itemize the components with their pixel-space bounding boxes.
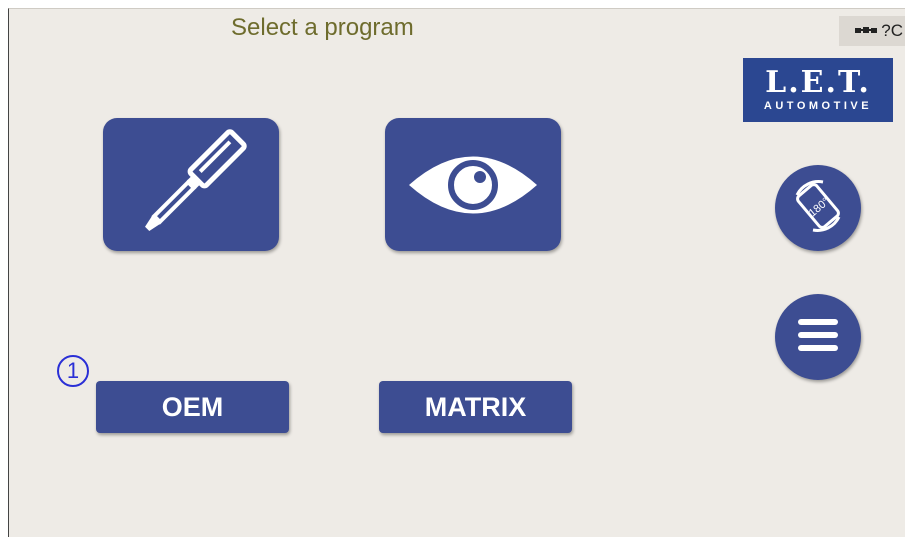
matrix-button[interactable]: MATRIX [379, 381, 572, 433]
vehicle-icon [855, 22, 878, 40]
app-screen: Select a program ?C L.E.T. AUTOMOTIVE 18… [8, 8, 905, 537]
screwdriver-icon [121, 125, 261, 245]
oem-button[interactable]: OEM [96, 381, 289, 433]
brand-logo: L.E.T. AUTOMOTIVE [743, 58, 893, 122]
logo-sub-text: AUTOMOTIVE [763, 100, 873, 112]
eye-icon [403, 140, 543, 230]
logo-main-text: L.E.T. [765, 65, 871, 100]
menu-icon [795, 315, 841, 360]
page-title: Select a program [231, 14, 414, 41]
rotate-180-icon: 180° [785, 173, 851, 244]
tools-program-button[interactable] [103, 118, 279, 251]
rotate-screen-button[interactable]: 180° [775, 165, 861, 251]
menu-button[interactable] [775, 294, 861, 380]
view-program-button[interactable] [385, 118, 561, 251]
status-indicator: ?C [839, 16, 905, 46]
status-text: ?C [881, 21, 903, 40]
step-marker: 1 [57, 355, 89, 387]
